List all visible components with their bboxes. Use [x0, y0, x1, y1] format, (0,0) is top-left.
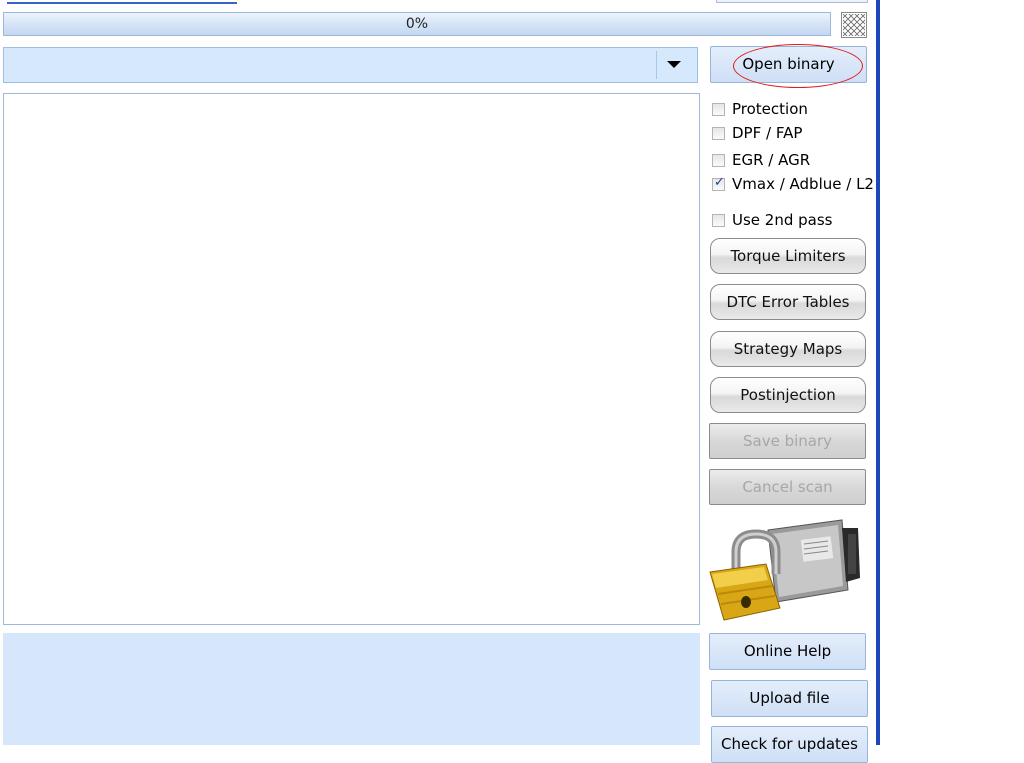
checkmark-icon: ✓ — [714, 175, 725, 190]
option-label: Use 2nd pass — [732, 211, 833, 229]
use-2nd-pass-checkbox[interactable] — [712, 214, 725, 227]
cancel-scan-button[interactable]: Cancel scan — [709, 469, 866, 505]
postinjection-button[interactable]: Postinjection — [710, 377, 866, 413]
option-label: DPF / FAP — [732, 124, 803, 142]
save-binary-button[interactable]: Save binary — [709, 423, 866, 459]
upload-file-button[interactable]: Upload file — [711, 680, 868, 717]
dropdown-divider — [656, 51, 657, 79]
top-button-partial[interactable] — [716, 0, 868, 3]
egr-agr-checkbox[interactable] — [712, 154, 725, 167]
dpf-fap-checkbox[interactable] — [712, 127, 725, 140]
chevron-down-icon[interactable] — [667, 61, 681, 68]
dtc-error-tables-button[interactable]: DTC Error Tables — [710, 284, 866, 320]
option-label: Vmax / Adblue / L2 — [732, 175, 874, 193]
info-panel — [3, 633, 700, 745]
padlock-ecu-icon — [706, 516, 862, 624]
protection-checkbox[interactable] — [712, 103, 725, 116]
window-border — [876, 0, 880, 745]
results-list[interactable] — [3, 93, 700, 625]
strategy-maps-button[interactable]: Strategy Maps — [710, 331, 866, 367]
open-binary-button[interactable]: Open binary — [710, 46, 867, 83]
scan-progress-bar: 0% — [3, 12, 831, 36]
option-label: Protection — [732, 100, 808, 118]
torque-limiters-button[interactable]: Torque Limiters — [710, 238, 866, 274]
cancel-progress-icon[interactable] — [841, 12, 867, 38]
online-help-button[interactable]: Online Help — [709, 633, 866, 670]
ecu-select-dropdown[interactable] — [3, 47, 698, 83]
vmax-adblue-checkbox[interactable]: ✓ — [712, 175, 725, 191]
top-link-partial[interactable] — [7, 0, 237, 4]
option-label: EGR / AGR — [732, 151, 811, 169]
progress-label: 0% — [405, 16, 429, 32]
